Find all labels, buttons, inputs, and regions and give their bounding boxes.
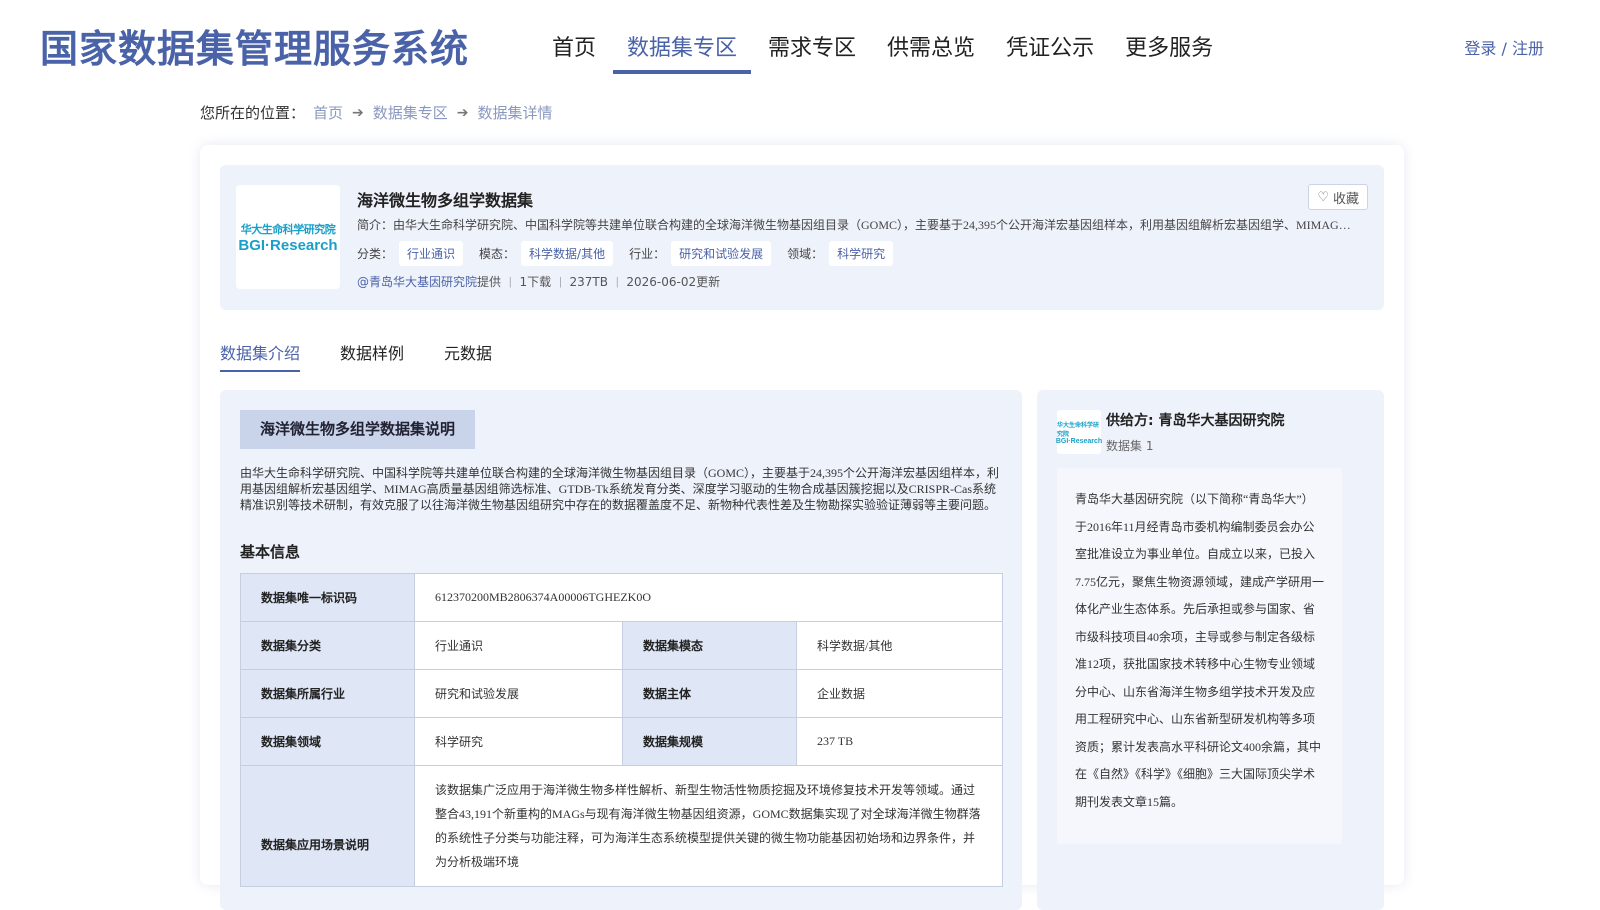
header: 国家数据集管理服务系统 首页 数据集专区 需求专区 供需总览 凭证公示 更多服务… (0, 0, 1600, 90)
arrow-right-icon: ➔ (456, 104, 469, 121)
tab-introduction[interactable]: 数据集介绍 (220, 340, 301, 372)
dataset-tags: 分类： 行业通识 模态： 科学数据/其他 行业： 研究和试验发展 领域： 科学研… (357, 241, 909, 266)
tag-modality[interactable]: 科学数据/其他 (521, 241, 614, 266)
provider-name[interactable]: 供给方: 青岛华大基因研究院 (1106, 410, 1284, 430)
heart-icon: ♡ (1317, 189, 1329, 205)
table-row: 数据集领域 科学研究 数据集规模 237 TB (240, 717, 1003, 766)
scale-value: 237 TB (796, 717, 1003, 766)
site-title[interactable]: 国家数据集管理服务系统 (40, 18, 469, 73)
breadcrumb-datasets[interactable]: 数据集专区 (373, 102, 448, 123)
provider-dataset-count: 数据集 1 (1106, 439, 1154, 453)
modality-value: 科学数据/其他 (796, 621, 1003, 670)
separator: | (559, 274, 562, 288)
tag-label-domain: 领域： (787, 247, 824, 261)
table-row: 数据集应用场景说明 该数据集广泛应用于海洋微生物多样性解析、新型生物活性物质挖掘… (240, 765, 1003, 887)
dataset-logo: 华大生命科学研究院 BGI·Research (236, 185, 340, 289)
nav-certificates[interactable]: 凭证公示 (1006, 30, 1094, 72)
separator: | (509, 274, 512, 288)
dataset-detail-card: 华大生命科学研究院 BGI·Research 海洋微生物多组学数据集 ♡ 收藏 … (200, 145, 1404, 910)
provider-logo-text-cn: 华大生命科学研究院 (1057, 421, 1100, 438)
scale-label: 数据集规模 (622, 717, 797, 766)
tag-industry[interactable]: 研究和试验发展 (671, 241, 772, 266)
subject-value: 企业数据 (796, 669, 1003, 718)
nav-overview[interactable]: 供需总览 (887, 30, 975, 72)
main-nav: 首页 数据集专区 需求专区 供需总览 凭证公示 更多服务 (552, 30, 1244, 74)
modality-label: 数据集模态 (622, 621, 797, 670)
dataset-meta-line: @青岛华大基因研究院 提供 | 1下载 | 237TB | 2026-06-02… (357, 273, 720, 290)
industry-value: 研究和试验发展 (414, 669, 623, 718)
arrow-right-icon: ➔ (352, 104, 364, 121)
tag-domain[interactable]: 科学研究 (829, 241, 894, 266)
nav-more-services[interactable]: 更多服务 (1125, 30, 1213, 72)
updated-date: 2026-06-02更新 (626, 275, 721, 289)
nav-demand[interactable]: 需求专区 (768, 30, 856, 72)
nav-home[interactable]: 首页 (552, 30, 596, 72)
favorite-button[interactable]: ♡ 收藏 (1308, 184, 1368, 210)
tab-metadata[interactable]: 元数据 (444, 340, 492, 372)
breadcrumb: 您所在的位置： 首页 ➔ 数据集专区 ➔ 数据集详情 (200, 102, 553, 123)
provider-description: 青岛华大基因研究院（以下简称“青岛华大”）于2016年11月经青岛市委机构编制委… (1057, 468, 1342, 844)
breadcrumb-home[interactable]: 首页 (313, 102, 343, 123)
domain-label: 数据集领域 (240, 717, 415, 766)
provider-link[interactable]: @青岛华大基因研究院 (357, 273, 477, 290)
dataset-intro: 简介：由华大生命科学研究院、中国科学院等共建单位联合构建的全球海洋微生物基因组目… (357, 218, 1357, 232)
logo-text-cn: 华大生命科学研究院 (240, 222, 336, 236)
uid-label: 数据集唯一标识码 (240, 573, 415, 622)
description-text: 由华大生命科学研究院、中国科学院等共建单位联合构建的全球海洋微生物基因组目录（G… (240, 466, 1000, 512)
table-row: 数据集唯一标识码 612370200MB2806374A00006TGHEZK0… (240, 573, 1003, 622)
download-count: 1下载 (519, 275, 552, 289)
subject-label: 数据主体 (622, 669, 797, 718)
breadcrumb-detail: 数据集详情 (477, 104, 553, 122)
domain-value: 科学研究 (414, 717, 623, 766)
tab-samples[interactable]: 数据样例 (340, 340, 404, 372)
dataset-title: 海洋微生物多组学数据集 (357, 191, 534, 210)
table-row: 数据集分类 行业通识 数据集模态 科学数据/其他 (240, 621, 1003, 670)
dataset-summary: 华大生命科学研究院 BGI·Research 海洋微生物多组学数据集 ♡ 收藏 … (220, 165, 1384, 310)
nav-datasets[interactable]: 数据集专区 (613, 30, 752, 74)
logo-text-en: BGI·Research (238, 236, 338, 254)
provider-logo-text-en: BGI·Research (1055, 437, 1103, 445)
category-value: 行业通识 (414, 621, 623, 670)
scenario-label: 数据集应用场景说明 (240, 765, 415, 887)
industry-label: 数据集所属行业 (240, 669, 415, 718)
provider-logo: 华大生命科学研究院 BGI·Research (1055, 410, 1103, 454)
breadcrumb-lead: 您所在的位置： (200, 104, 306, 122)
basic-info-title: 基本信息 (240, 543, 301, 561)
category-label: 数据集分类 (240, 621, 415, 670)
detail-tabs: 数据集介绍 数据样例 元数据 (220, 340, 532, 372)
separator: | (615, 274, 619, 288)
provided-text: 提供 (477, 275, 502, 289)
tag-label-industry: 行业： (629, 247, 666, 261)
introduction-panel: 海洋微生物多组学数据集说明 由华大生命科学研究院、中国科学院等共建单位联合构建的… (220, 390, 1022, 910)
scenario-value: 该数据集广泛应用于海洋微生物多样性解析、新型生物活性物质挖掘及环境修复技术开发等… (414, 765, 1003, 887)
table-row: 数据集所属行业 研究和试验发展 数据主体 企业数据 (240, 669, 1003, 718)
login-register-link[interactable]: 登录 / 注册 (1464, 35, 1544, 59)
tag-category[interactable]: 行业通识 (399, 241, 464, 266)
description-title: 海洋微生物多组学数据集说明 (240, 410, 476, 449)
uid-value: 612370200MB2806374A00006TGHEZK0O (414, 573, 1003, 622)
favorite-label: 收藏 (1332, 191, 1359, 207)
tag-label-category: 分类： (357, 247, 394, 261)
provider-panel: 华大生命科学研究院 BGI·Research 供给方: 青岛华大基因研究院 数据… (1037, 390, 1384, 910)
basic-info-table: 数据集唯一标识码 612370200MB2806374A00006TGHEZK0… (240, 573, 1003, 887)
tag-label-modality: 模态： (479, 247, 516, 261)
dataset-size: 237TB (569, 274, 608, 289)
